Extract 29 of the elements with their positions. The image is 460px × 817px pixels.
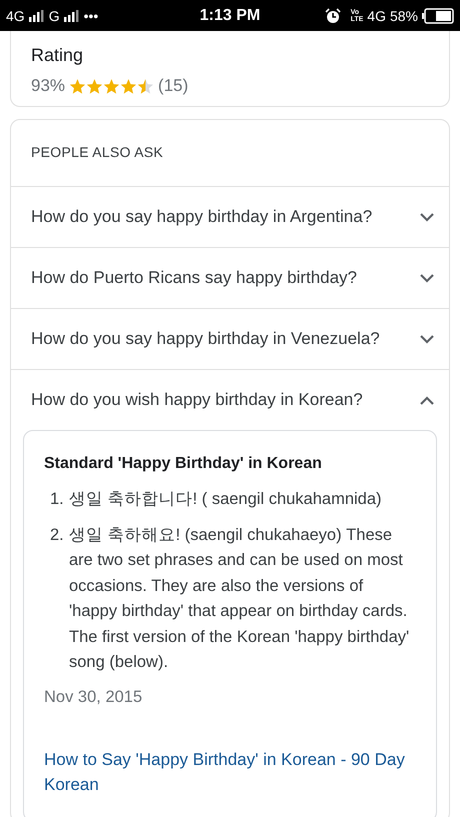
network-label: ••• bbox=[84, 8, 98, 24]
expand-icon bbox=[419, 334, 435, 344]
rating-count: (15) bbox=[158, 76, 188, 96]
network-label: 4G bbox=[6, 8, 25, 24]
alarm-icon bbox=[324, 8, 341, 24]
list-text: 생일 축하합니다! ( saengil chukahamnida) bbox=[69, 489, 382, 510]
expand-icon bbox=[419, 273, 435, 283]
list-text: 생일 축하해요! (saengil chukahaeyo) These are two set phrases and can be used on most occasions. They are also the versions of 'happy birthday' that appear on birthday cards. The first version of the Korean 'happy birthday' song (below). bbox=[69, 524, 410, 673]
rating-title: Rating bbox=[31, 45, 84, 66]
question-item[interactable]: How do you say happy birthday in Venezuela? bbox=[11, 308, 449, 369]
network-label: 4G bbox=[367, 8, 386, 24]
list-number: 2. bbox=[50, 524, 65, 546]
battery-icon bbox=[422, 8, 454, 24]
answer-title: Standard 'Happy Birthday' in Korean bbox=[44, 455, 323, 473]
source-link[interactable]: How to Say 'Happy Birthday' in Korean - 90 Day Korean bbox=[44, 746, 412, 796]
list-number: 1. bbox=[50, 489, 65, 510]
expand-icon bbox=[419, 212, 435, 222]
clock-time: 1:13 PM bbox=[200, 6, 260, 24]
signal-icon bbox=[28, 10, 45, 22]
signal-icon bbox=[64, 10, 80, 22]
rating-percent: 93% bbox=[31, 76, 66, 96]
network-label: G bbox=[48, 8, 60, 24]
question-item[interactable]: How do you say happy birthday in Argentina? bbox=[11, 186, 449, 247]
answer-date: Nov 30, 2015 bbox=[44, 688, 144, 706]
collapse-icon bbox=[419, 395, 435, 405]
section-heading: PEOPLE ALSO ASK bbox=[30, 143, 164, 162]
battery-percent: 58% bbox=[390, 8, 418, 24]
question-item[interactable]: How do Puerto Ricans say happy birthday? bbox=[11, 247, 449, 308]
question-item[interactable]: How do you wish happy birthday in Korean? bbox=[11, 369, 449, 430]
